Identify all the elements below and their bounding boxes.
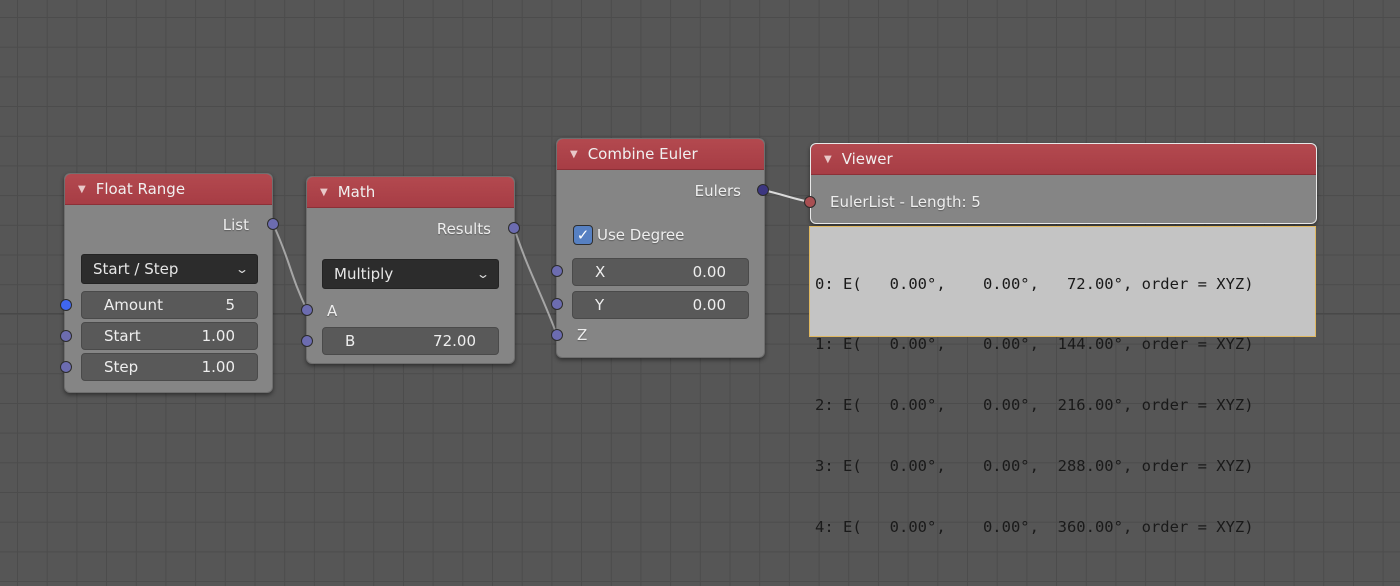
node-title: Viewer [841,150,893,168]
field-label: Step [104,358,139,376]
field-label: X [595,263,606,281]
float-range-header[interactable]: ▼ Float Range [65,174,272,205]
input-label-eulerlist: EulerList - Length: 5 [830,193,981,211]
use-degree-label[interactable]: Use Degree [597,226,684,244]
output-line: 1: E( 0.00°, 0.00°, 144.00°, order = XYZ… [815,335,1254,354]
field-value: 5 [225,296,235,314]
viewer-node[interactable]: ▼ Viewer EulerList - Length: 5 [810,143,1317,224]
input-label-z: Z [577,326,588,344]
collapse-icon[interactable]: ▼ [78,184,86,195]
node-title: Math [337,183,376,201]
amount-field[interactable]: Amount 5 [81,291,258,319]
chevron-down-icon: ⌄ [234,262,250,276]
field-value: 1.00 [201,358,235,376]
link-list-to-a[interactable] [272,223,308,311]
field-label: Amount [104,296,163,314]
field-label: B [345,332,356,350]
field-value: 1.00 [201,327,235,345]
output-line: 2: E( 0.00°, 0.00°, 216.00°, order = XYZ… [815,396,1254,415]
socket-start-input[interactable] [60,330,72,342]
field-label: Start [104,327,141,345]
operation-dropdown[interactable]: Multiply ⌄ [322,259,499,289]
socket-x-input[interactable] [551,265,563,277]
math-header[interactable]: ▼ Math [307,177,514,208]
use-degree-checkbox[interactable]: ✓ [573,225,593,245]
output-label-eulers: Eulers [694,182,741,200]
input-label-a: A [327,302,338,320]
y-field[interactable]: Y 0.00 [572,291,749,319]
collapse-icon[interactable]: ▼ [824,154,832,165]
field-value: 0.00 [692,296,726,314]
socket-viewer-input[interactable] [804,196,816,208]
dropdown-value: Multiply [334,265,394,283]
socket-a-input[interactable] [301,304,313,316]
output-line: 4: E( 0.00°, 0.00°, 360.00°, order = XYZ… [815,518,1254,537]
b-field[interactable]: B 72.00 [322,327,499,355]
node-title: Combine Euler [587,145,698,163]
step-field[interactable]: Step 1.00 [81,353,258,381]
viewer-header[interactable]: ▼ Viewer [811,144,1316,175]
socket-step-input[interactable] [60,361,72,373]
combine-euler-node[interactable]: ▼ Combine Euler Eulers ✓ Use Degree X 0.… [556,138,765,358]
combine-euler-header[interactable]: ▼ Combine Euler [557,139,764,170]
field-label: Y [595,296,605,314]
math-node[interactable]: ▼ Math Results Multiply ⌄ A B 72.00 [306,176,515,364]
start-field[interactable]: Start 1.00 [81,322,258,350]
collapse-icon[interactable]: ▼ [320,187,328,198]
socket-b-input[interactable] [301,335,313,347]
field-value: 0.00 [692,263,726,281]
link-results-to-z[interactable] [513,227,558,336]
socket-list-output[interactable] [267,218,279,230]
viewer-output-panel: 0: E( 0.00°, 0.00°, 72.00°, order = XYZ)… [809,226,1316,536]
node-title: Float Range [95,180,186,198]
mode-dropdown[interactable]: Start / Step ⌄ [81,254,258,284]
output-label-results: Results [436,220,491,238]
output-label-list: List [222,216,249,234]
x-field[interactable]: X 0.00 [572,258,749,286]
socket-eulers-output[interactable] [757,184,769,196]
collapse-icon[interactable]: ▼ [570,149,578,160]
check-icon: ✓ [576,226,590,244]
output-line: 3: E( 0.00°, 0.00°, 288.00°, order = XYZ… [815,457,1254,476]
chevron-down-icon: ⌄ [475,267,491,281]
socket-z-input[interactable] [551,329,563,341]
dropdown-value: Start / Step [93,260,179,278]
link-eulers-to-viewer[interactable] [762,189,811,203]
field-value: 72.00 [433,332,476,350]
output-line: 0: E( 0.00°, 0.00°, 72.00°, order = XYZ) [815,274,1254,293]
socket-y-input[interactable] [551,298,563,310]
socket-results-output[interactable] [508,222,520,234]
float-range-node[interactable]: ▼ Float Range List Start / Step ⌄ Amount… [64,173,273,393]
socket-amount-input[interactable] [60,299,72,311]
